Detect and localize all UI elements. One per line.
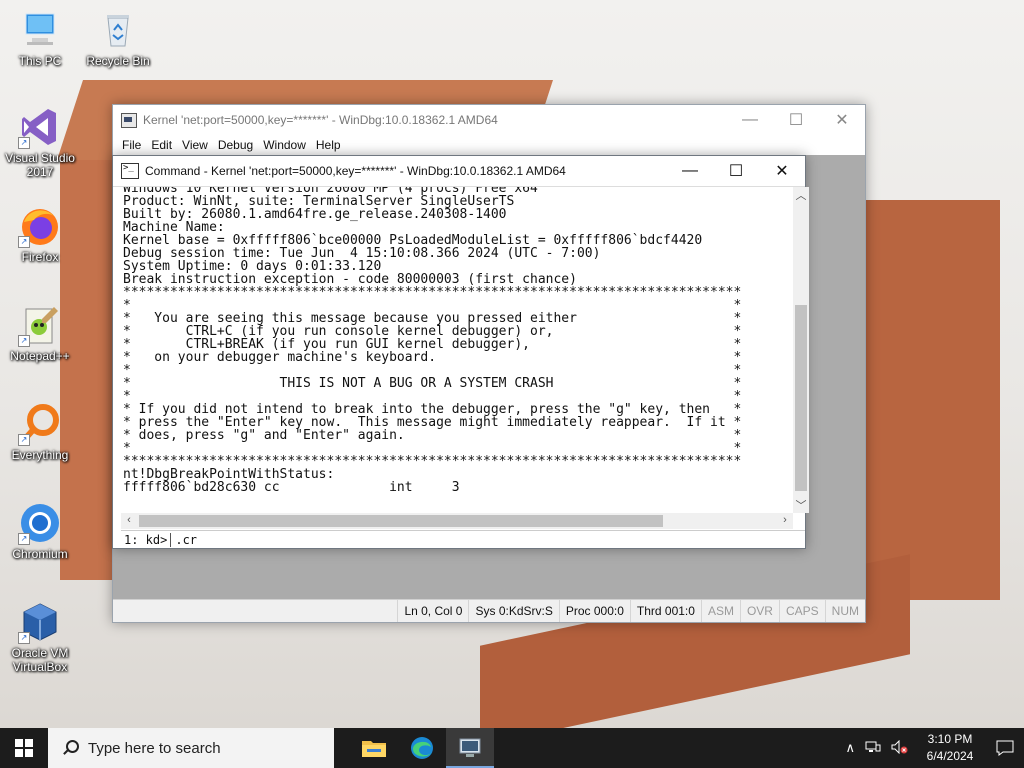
firefox-icon: ↗ <box>18 204 62 248</box>
command-input[interactable] <box>171 532 776 547</box>
desktop-icon-label: Everything <box>11 448 69 462</box>
maximize-button[interactable]: ☐ <box>773 105 819 135</box>
search-placeholder: Type here to search <box>88 739 221 757</box>
shortcut-arrow-icon: ↗ <box>18 632 30 644</box>
command-output[interactable]: Windows 10 Kernel Version 26080 MP (4 pr… <box>121 187 793 513</box>
close-button[interactable]: ✕ <box>819 105 865 135</box>
windbg-icon <box>459 738 481 757</box>
desktop-icon-chromium[interactable]: ↗ Chromium <box>0 501 80 561</box>
everything-icon: ↗ <box>18 402 62 446</box>
shortcut-arrow-icon: ↗ <box>18 236 30 248</box>
desktop-icon-this-pc[interactable]: This PC <box>0 8 80 68</box>
desktop: This PC Recycle Bin ↗ Visual Studio 2017… <box>0 0 1024 728</box>
command-minimize-button[interactable]: — <box>667 156 713 186</box>
status-num: NUM <box>824 600 865 622</box>
show-hidden-icons-chevron-icon[interactable]: ∧ <box>840 740 860 756</box>
shortcut-arrow-icon: ↗ <box>18 335 30 347</box>
clock-time: 3:10 PM <box>927 732 973 746</box>
volume-muted-icon[interactable] <box>886 739 914 757</box>
menu-bar: File Edit View Debug Window Help <box>113 135 865 155</box>
horizontal-scrollbar[interactable]: ‹ › <box>121 513 793 529</box>
minimize-button[interactable]: — <box>727 105 773 135</box>
desktop-icon-label: Oracle VM VirtualBox <box>11 646 69 674</box>
notification-icon <box>996 740 1014 756</box>
desktop-icon-label: Visual Studio 2017 <box>5 151 75 179</box>
windows-logo-icon <box>15 739 33 757</box>
desktop-icon-virtualbox[interactable]: ↗ Oracle VM VirtualBox <box>0 600 80 674</box>
status-thrd: Thrd 001:0 <box>629 600 701 622</box>
clock-date: 6/4/2024 <box>926 749 974 763</box>
menu-window[interactable]: Window <box>258 138 311 152</box>
menu-view[interactable]: View <box>177 138 213 152</box>
status-ovr: OVR <box>739 600 779 622</box>
system-tray: ∧ 3:10 PM 6/4/2024 <box>840 728 1024 768</box>
chromium-icon: ↗ <box>18 501 62 545</box>
virtualbox-icon: ↗ <box>18 600 62 644</box>
notification-center-button[interactable] <box>986 728 1024 768</box>
network-icon[interactable] <box>860 740 886 757</box>
file-explorer-icon <box>362 741 386 757</box>
status-caps: CAPS <box>778 600 825 622</box>
status-proc: Proc 000:0 <box>558 600 630 622</box>
scroll-down-arrow-icon[interactable]: ﹀ <box>793 497 809 513</box>
desktop-icon-label: Chromium <box>12 547 68 561</box>
taskbar-search[interactable]: Type here to search <box>48 728 334 768</box>
scroll-up-arrow-icon[interactable]: ︿ <box>793 187 809 203</box>
this-pc-icon <box>18 8 62 52</box>
desktop-icon-label: Recycle Bin <box>86 54 150 68</box>
status-position: Ln 0, Col 0 <box>397 600 468 622</box>
command-output-text: Windows 10 Kernel Version 26080 MP (4 pr… <box>123 187 742 495</box>
status-sys: Sys 0:KdSrv:S <box>468 600 558 622</box>
notepadpp-icon: ↗ <box>18 303 62 347</box>
visual-studio-icon: ↗ <box>18 105 62 149</box>
command-maximize-button[interactable]: ☐ <box>713 156 759 186</box>
scroll-right-arrow-icon[interactable]: › <box>777 514 793 526</box>
taskbar-file-explorer[interactable] <box>350 728 398 768</box>
desktop-icon-label: This PC <box>18 54 62 68</box>
desktop-icon-label: Notepad++ <box>10 349 70 363</box>
status-asm: ASM <box>700 600 740 622</box>
search-icon <box>62 740 79 756</box>
command-window-icon <box>121 163 139 179</box>
desktop-icon-recycle-bin[interactable]: Recycle Bin <box>78 8 158 68</box>
desktop-icon-everything[interactable]: ↗ Everything <box>0 402 80 462</box>
status-bar: Ln 0, Col 0 Sys 0:KdSrv:S Proc 000:0 Thr… <box>113 599 865 622</box>
desktop-icon-notepadpp[interactable]: ↗ Notepad++ <box>0 303 80 363</box>
shortcut-arrow-icon: ↗ <box>18 137 30 149</box>
desktop-icon-visual-studio[interactable]: ↗ Visual Studio 2017 <box>0 105 80 179</box>
command-window: Command - Kernel 'net:port=50000,key=***… <box>112 155 809 549</box>
vertical-scrollbar[interactable]: ︿ ﹀ <box>793 187 809 513</box>
menu-file[interactable]: File <box>117 138 146 152</box>
taskbar-edge[interactable] <box>398 728 446 768</box>
wallpaper-brick <box>860 200 1000 600</box>
menu-help[interactable]: Help <box>311 138 346 152</box>
menu-edit[interactable]: Edit <box>146 138 177 152</box>
desktop-icon-firefox[interactable]: ↗ Firefox <box>0 204 80 264</box>
start-button[interactable] <box>0 728 48 768</box>
command-title: Command - Kernel 'net:port=50000,key=***… <box>145 164 566 178</box>
vertical-scroll-thumb[interactable] <box>795 305 807 491</box>
edge-icon <box>411 737 433 759</box>
taskbar-windbg[interactable] <box>446 728 494 768</box>
menu-debug[interactable]: Debug <box>213 138 258 152</box>
recycle-bin-icon <box>96 8 140 52</box>
taskbar: Type here to search ∧ 3:10 PM 6/4/2024 <box>0 728 1024 768</box>
desktop-icon-label: Firefox <box>21 250 59 264</box>
command-titlebar[interactable]: Command - Kernel 'net:port=50000,key=***… <box>113 156 805 187</box>
scroll-left-arrow-icon[interactable]: ‹ <box>121 514 137 526</box>
shortcut-arrow-icon: ↗ <box>18 434 30 446</box>
horizontal-scroll-thumb[interactable] <box>139 515 663 527</box>
windbg-titlebar[interactable]: Kernel 'net:port=50000,key=*******' - Wi… <box>113 105 865 135</box>
clock[interactable]: 3:10 PM 6/4/2024 <box>914 731 986 765</box>
windbg-app-icon <box>121 112 137 128</box>
windbg-title: Kernel 'net:port=50000,key=*******' - Wi… <box>143 113 498 127</box>
kd-prompt: 1: kd> <box>121 532 172 547</box>
shortcut-arrow-icon: ↗ <box>18 533 30 545</box>
command-close-button[interactable]: ✕ <box>759 156 805 186</box>
command-line: 1: kd> <box>121 530 805 548</box>
